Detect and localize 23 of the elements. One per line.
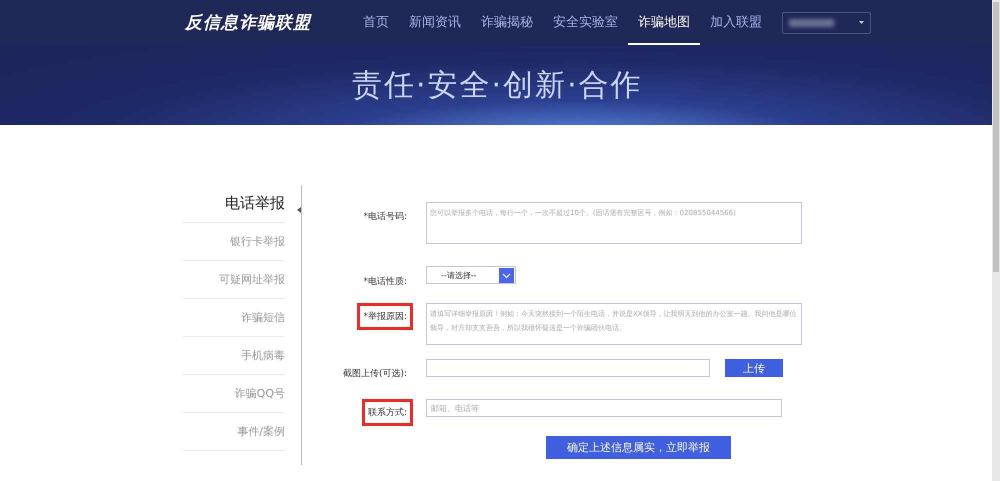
pointer-icon <box>297 207 301 213</box>
type-select[interactable]: --请选择-- <box>426 266 516 284</box>
contact-field[interactable]: 邮箱、电话等 <box>426 399 782 417</box>
field-label: 联系方式: <box>362 399 413 426</box>
field-label: *举报原因: <box>357 303 413 330</box>
chevron-down-icon <box>499 268 514 282</box>
field-label: 截图上传(可选): <box>342 368 408 381</box>
nav-link[interactable]: 诈骗揭秘 <box>471 0 543 45</box>
caret-icon <box>859 21 864 24</box>
submit-button[interactable]: 确定上述信息属实，立即举报 <box>546 436 731 459</box>
nav-link[interactable]: 首页 <box>353 0 399 45</box>
sidebar-item[interactable]: 电话举报 <box>183 185 285 223</box>
account-dropdown[interactable] <box>782 12 871 34</box>
site-logo[interactable]: 反信息诈骗联盟 <box>185 11 353 34</box>
nav-link[interactable]: 新闻资讯 <box>399 0 471 45</box>
file-path-field[interactable] <box>426 359 710 377</box>
upload-button[interactable]: 上传 <box>725 359 783 377</box>
nav-link[interactable]: 安全实验室 <box>543 0 628 45</box>
nav-link[interactable]: 加入联盟 <box>700 0 772 45</box>
slogan: 责任·安全·创新·合作 <box>352 66 643 104</box>
field-label: *电话性质: <box>362 276 408 289</box>
field-label: *电话号码: <box>362 210 408 224</box>
scrollbar-thumb[interactable] <box>993 2 999 272</box>
